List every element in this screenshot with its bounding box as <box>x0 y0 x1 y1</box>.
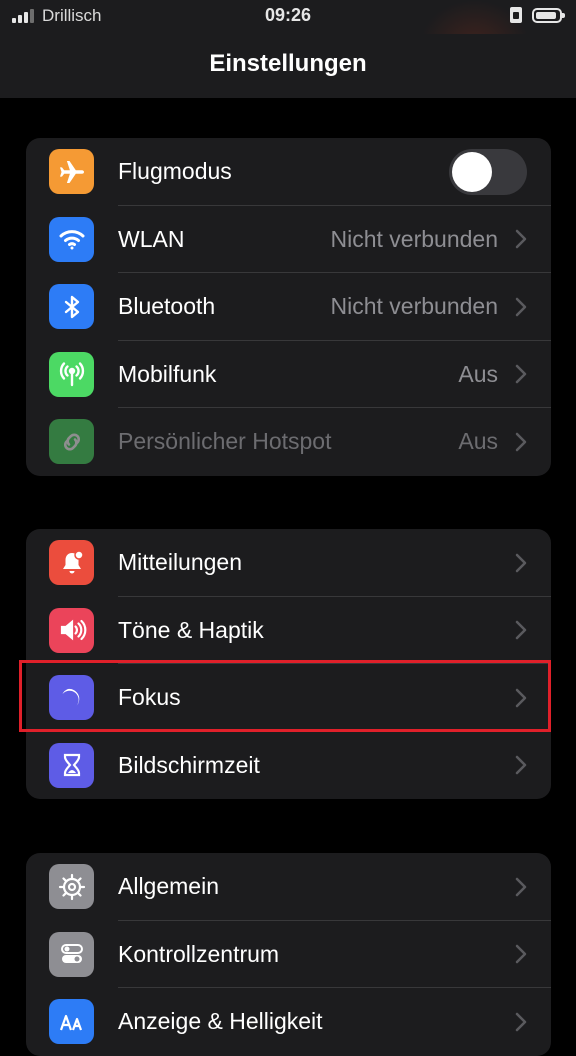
toggles-icon <box>49 931 94 977</box>
status-bar: Drillisch 09:26 <box>0 0 576 90</box>
chevron-right-icon <box>515 621 527 640</box>
antenna-icon <box>49 351 94 397</box>
chevron-right-icon <box>515 945 527 964</box>
settings-row-airplane-mode[interactable]: Flugmodus <box>26 138 551 206</box>
airplane-mode-label: Flugmodus <box>118 158 232 185</box>
airplane-mode-toggle[interactable] <box>449 148 527 195</box>
focus-highlight-box <box>19 660 551 732</box>
settings-row-general[interactable]: Allgemein <box>26 853 551 921</box>
settings-row-screen-time[interactable]: Bildschirmzeit <box>26 732 551 800</box>
gear-icon <box>49 864 94 910</box>
status-time: 09:26 <box>264 5 312 25</box>
cellular-label: Mobilfunk <box>118 360 217 387</box>
control-center-label: Kontrollzentrum <box>118 940 280 967</box>
cellular-status: Aus <box>458 360 498 387</box>
hourglass-icon <box>49 742 94 788</box>
orientation-lock-icon <box>510 7 522 23</box>
notifications-label: Mitteilungen <box>118 549 243 576</box>
chevron-right-icon <box>515 756 527 775</box>
chevron-right-icon <box>515 365 527 384</box>
battery-icon <box>532 7 565 23</box>
screen-time-label: Bildschirmzeit <box>118 751 260 778</box>
settings-row-notifications[interactable]: Mitteilungen <box>26 529 551 597</box>
general-label: Allgemein <box>118 873 219 900</box>
bluetooth-status: Nicht verbunden <box>330 293 499 320</box>
general-group: Allgemein Kontrollzentrum Anzeige & Hell… <box>26 853 551 1056</box>
chevron-right-icon <box>515 297 527 316</box>
bluetooth-label: Bluetooth <box>118 293 216 320</box>
chevron-right-icon <box>515 877 527 896</box>
wifi-icon <box>49 216 94 262</box>
hotspot-link-icon <box>49 419 94 465</box>
navigation-bar: Einstellungen <box>0 34 576 98</box>
wifi-label: WLAN <box>118 225 185 252</box>
settings-row-cellular[interactable]: Mobilfunk Aus <box>26 341 551 408</box>
chevron-right-icon <box>515 1012 527 1031</box>
settings-row-bluetooth[interactable]: Bluetooth Nicht verbunden <box>26 273 551 341</box>
page-title: Einstellungen <box>209 50 367 77</box>
toggle-knob <box>452 151 492 192</box>
settings-row-display-brightness[interactable]: Anzeige & Helligkeit <box>26 988 551 1056</box>
chevron-right-icon <box>515 553 527 572</box>
bell-icon <box>49 540 94 586</box>
settings-row-wifi[interactable]: WLAN Nicht verbunden <box>26 206 551 273</box>
settings-row-sounds-haptics[interactable]: Töne & Haptik <box>26 597 551 664</box>
personal-hotspot-label: Persönlicher Hotspot <box>118 428 332 455</box>
speaker-icon <box>49 607 94 653</box>
personal-hotspot-status: Aus <box>458 428 498 455</box>
wifi-status: Nicht verbunden <box>330 225 499 252</box>
chevron-right-icon <box>515 230 527 249</box>
status-right <box>510 7 565 23</box>
sounds-haptics-label: Töne & Haptik <box>118 616 264 643</box>
display-brightness-label: Anzeige & Helligkeit <box>118 1008 323 1035</box>
chevron-right-icon <box>515 432 527 451</box>
settings-row-personal-hotspot[interactable]: Persönlicher Hotspot Aus <box>26 408 551 476</box>
display-aa-icon <box>49 999 94 1045</box>
connectivity-group: Flugmodus WLAN Nicht verbunden Bluetooth… <box>26 138 551 476</box>
airplane-icon <box>49 149 94 195</box>
settings-row-control-center[interactable]: Kontrollzentrum <box>26 921 551 988</box>
bluetooth-icon <box>49 284 94 330</box>
